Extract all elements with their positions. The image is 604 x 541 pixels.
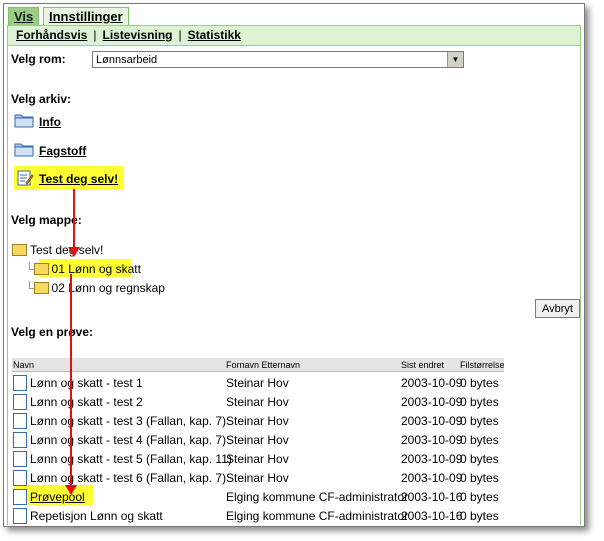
arkiv-info-link[interactable]: Info (39, 115, 61, 129)
table-cell: 2003-10-09 (401, 433, 463, 447)
table-cell: 2003-10-09 (401, 471, 463, 485)
table-cell: 0 bytes (460, 433, 499, 447)
table-cell: 0 bytes (460, 509, 499, 523)
table-cell: Elging kommune CF-administrator (226, 490, 409, 504)
annotation-arrow (70, 274, 72, 487)
table-cell: 0 bytes (460, 414, 499, 428)
table-cell: Steinar Hov (226, 414, 289, 428)
tree-root[interactable]: Test deg selv! (12, 243, 103, 257)
quiz-file-icon (13, 375, 27, 391)
rom-select[interactable]: Lønnsarbeid ▼ (92, 51, 464, 68)
table-cell: Steinar Hov (226, 376, 289, 390)
folder-icon[interactable] (14, 141, 34, 157)
table-cell: 0 bytes (460, 395, 499, 409)
annotation-arrow (73, 189, 75, 249)
table-cell: 0 bytes (460, 452, 499, 466)
app-window: Vis Innstillinger Forhåndsvis | Listevisni… (3, 3, 585, 527)
tree-item-label: 01 Lønn og skatt (51, 262, 141, 276)
arkiv-fagstoff-link[interactable]: Fagstoff (39, 144, 86, 158)
table-cell: 2003-10-09 (401, 376, 463, 390)
quiz-icon[interactable] (16, 169, 34, 187)
table-row-label: Lønn og skatt - test 2 (30, 395, 143, 410)
main-content: Velg rom: Lønnsarbeid ▼ Velg arkiv: Info… (7, 44, 581, 525)
table-row-name[interactable]: Lønn og skatt - test 4 (Fallan, kap. 7) (13, 432, 227, 449)
nav-separator: | (178, 28, 182, 42)
table-row-name[interactable]: Repetisjon Lønn og skatt (13, 508, 163, 525)
table-cell: Steinar Hov (226, 471, 289, 485)
table-row-label: Lønn og skatt - test 3 (Fallan, kap. 7) (30, 414, 227, 429)
table-cell: 0 bytes (460, 376, 499, 390)
table-cell: Steinar Hov (226, 395, 289, 409)
table-cell: 2003-10-16 (401, 509, 463, 523)
arrow-head-icon (68, 247, 80, 257)
table-row-name[interactable]: Lønn og skatt - test 1 (13, 375, 143, 392)
tree-item-02[interactable]: └ 02 Lønn og regnskap (25, 281, 165, 295)
folder-icon[interactable] (14, 112, 34, 128)
tab-bar: Vis Innstillinger (4, 4, 584, 26)
velg-prove-label: Velg en prøve: (11, 325, 94, 339)
table-cell: 2003-10-09 (401, 452, 463, 466)
arkiv-test-deg-selv-link[interactable]: Test deg selv! (39, 172, 118, 186)
table-row-label: Lønn og skatt - test 4 (Fallan, kap. 7) (30, 433, 227, 448)
table-row-name[interactable]: Lønn og skatt - test 3 (Fallan, kap. 7) (13, 413, 227, 430)
table-cell: Steinar Hov (226, 433, 289, 447)
tab-vis[interactable]: Vis (8, 7, 40, 26)
table-row-name[interactable]: Lønn og skatt - test 2 (13, 394, 143, 411)
quiz-file-icon (13, 489, 27, 505)
table-cell: 0 bytes (460, 490, 499, 504)
table-cell: Elging kommune CF-administrator (226, 509, 409, 523)
tree-root-label: Test deg selv! (30, 243, 104, 257)
nav-statistikk[interactable]: Statistikk (188, 28, 241, 42)
column-header-navn-person[interactable]: Fornavn Etternavn (226, 360, 300, 370)
velg-mappe-label: Velg mappe: (11, 213, 82, 227)
table-cell: 2003-10-09 (401, 395, 463, 409)
cancel-button[interactable]: Avbryt (535, 299, 580, 318)
folder-icon (12, 243, 27, 256)
tree-item-01[interactable]: └ 01 Lønn og skatt (25, 262, 141, 276)
table-row-label: Lønn og skatt - test 5 (Fallan, kap. 11) (30, 452, 232, 467)
table-cell: Steinar Hov (226, 452, 289, 466)
tree-branch: └ (25, 262, 34, 276)
rom-select-value: Lønnsarbeid (96, 54, 158, 66)
table-row-name[interactable]: Lønn og skatt - test 6 (Fallan, kap. 7) (13, 470, 227, 487)
folder-icon (33, 262, 49, 275)
table-row-label: Repetisjon Lønn og skatt (30, 509, 163, 524)
quiz-file-icon (13, 451, 27, 467)
folder-icon (33, 281, 49, 294)
arrow-head-icon (65, 485, 77, 495)
table-cell: 2003-10-16 (401, 490, 463, 504)
quiz-file-icon (13, 394, 27, 410)
table-row-label: Lønn og skatt - test 1 (30, 376, 143, 391)
velg-rom-label: Velg rom: (11, 52, 66, 66)
quiz-file-icon (13, 470, 27, 486)
table-row-name[interactable]: Lønn og skatt - test 5 (Fallan, kap. 11) (13, 451, 232, 468)
tab-innstillinger[interactable]: Innstillinger (43, 7, 129, 26)
nav-separator: | (93, 28, 97, 42)
tree-branch: └ (25, 281, 34, 295)
quiz-file-icon (13, 413, 27, 429)
table-cell: 2003-10-09 (401, 414, 463, 428)
sub-navigation: Forhåndsvis | Listevisning | Statistikk (7, 25, 581, 46)
nav-listevisning[interactable]: Listevisning (102, 28, 172, 42)
velg-arkiv-label: Velg arkiv: (11, 92, 72, 106)
table-row-label: Lønn og skatt - test 6 (Fallan, kap. 7) (30, 471, 227, 486)
column-header-navn[interactable]: Navn (13, 360, 34, 370)
quiz-file-icon (13, 432, 27, 448)
quiz-file-icon (13, 508, 27, 524)
tree-item-label: 02 Lønn og regnskap (51, 281, 165, 295)
table-cell: 0 bytes (460, 471, 499, 485)
column-header-sist-endret[interactable]: Sist endret (401, 360, 444, 370)
column-header-filstorrelse[interactable]: Filstørrelse (460, 360, 505, 370)
chevron-down-icon[interactable]: ▼ (447, 52, 463, 67)
nav-forhandsvis[interactable]: Forhåndsvis (16, 28, 87, 42)
